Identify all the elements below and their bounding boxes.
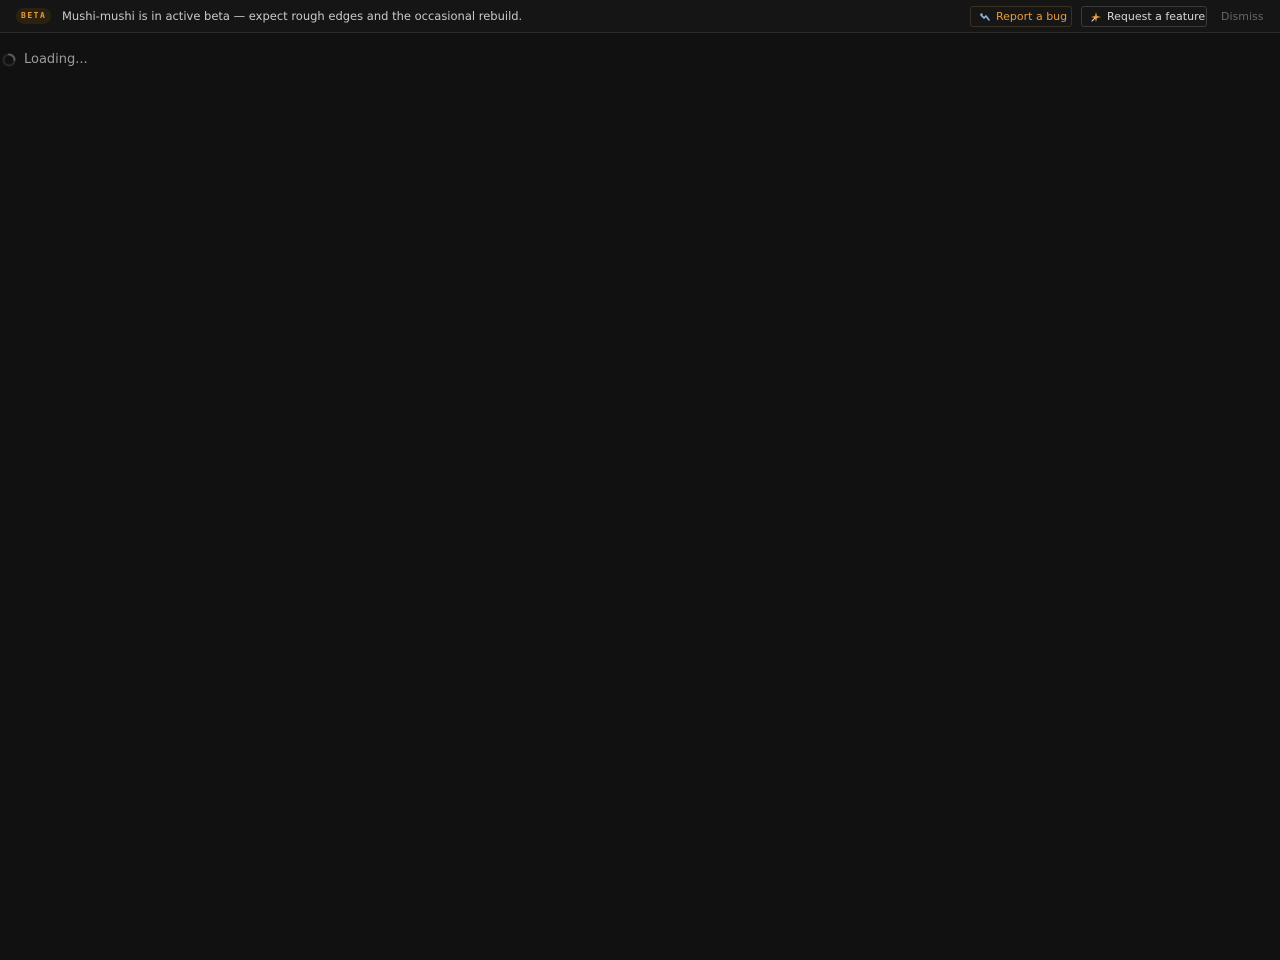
report-bug-button[interactable]: Report a bug: [970, 6, 1072, 27]
request-feature-label: Request a feature: [1107, 10, 1206, 23]
beta-badge: BETA: [16, 8, 52, 24]
beta-banner: BETA Mushi-mushi is in active beta — exp…: [0, 0, 1280, 33]
request-feature-button[interactable]: Request a feature: [1081, 6, 1207, 27]
banner-message: Mushi-mushi is in active beta — expect r…: [62, 9, 523, 23]
sparkle-icon: [1091, 11, 1101, 22]
spinner-icon: [2, 53, 16, 67]
loading-indicator: Loading...: [2, 51, 88, 69]
bug-icon: [980, 12, 990, 21]
dismiss-button[interactable]: Dismiss: [1221, 9, 1264, 24]
loading-text: Loading...: [24, 52, 88, 67]
report-bug-label: Report a bug: [996, 10, 1068, 23]
